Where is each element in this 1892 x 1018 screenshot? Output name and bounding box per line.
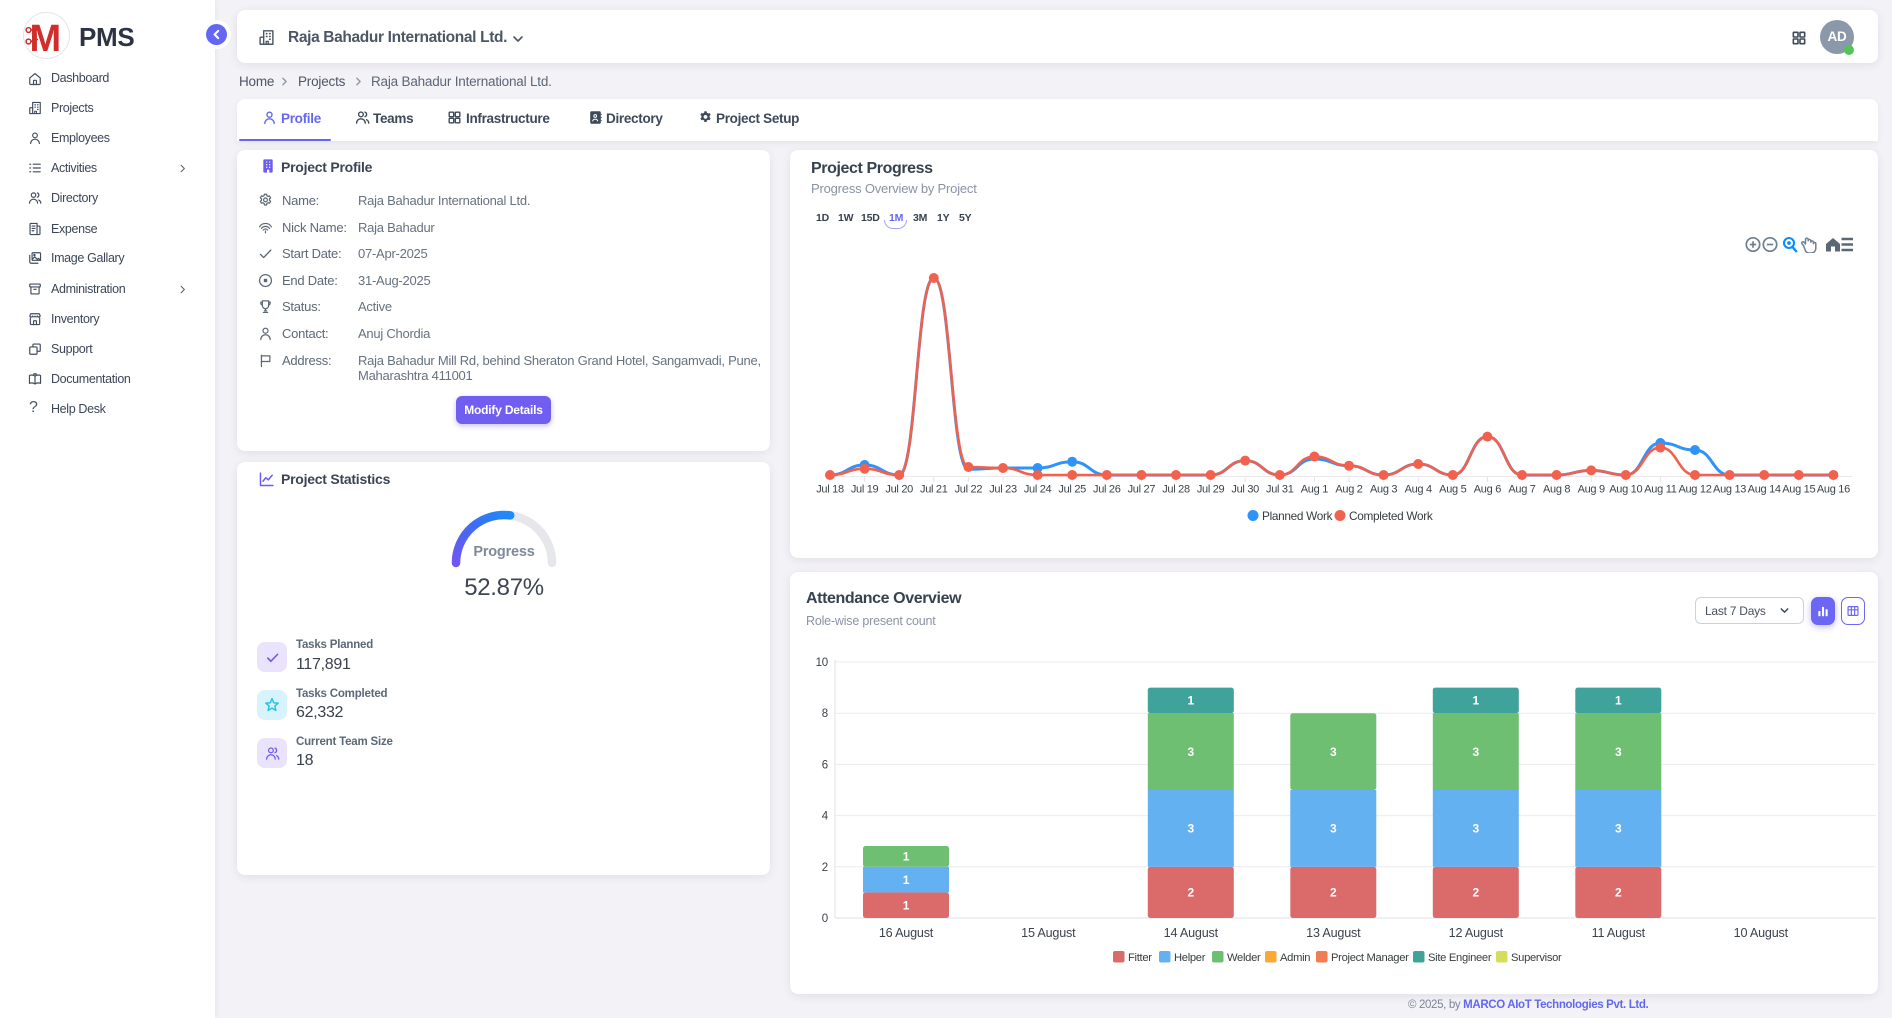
svg-text:1: 1 xyxy=(903,850,910,864)
svg-text:Aug 15: Aug 15 xyxy=(1782,484,1815,496)
svg-text:Jul 27: Jul 27 xyxy=(1128,484,1156,496)
svg-text:Jul 26: Jul 26 xyxy=(1093,484,1121,496)
svg-text:Completed Work: Completed Work xyxy=(1349,509,1433,523)
svg-text:8: 8 xyxy=(822,708,828,720)
svg-text:Jul 23: Jul 23 xyxy=(989,484,1017,496)
svg-text:Admin: Admin xyxy=(1280,952,1310,964)
svg-text:Helper: Helper xyxy=(1174,952,1206,964)
svg-text:Supervisor: Supervisor xyxy=(1511,952,1562,964)
svg-text:M: M xyxy=(30,18,60,59)
svg-text:Jul 30: Jul 30 xyxy=(1231,484,1259,496)
svg-text:Jul 20: Jul 20 xyxy=(885,484,913,496)
svg-text:Aug 4: Aug 4 xyxy=(1405,484,1432,496)
svg-text:2: 2 xyxy=(1188,886,1195,900)
svg-text:10 August: 10 August xyxy=(1734,926,1789,940)
svg-text:Jul 18: Jul 18 xyxy=(816,484,844,496)
svg-text:14 August: 14 August xyxy=(1164,926,1219,940)
svg-text:Jul 25: Jul 25 xyxy=(1058,484,1086,496)
svg-text:2: 2 xyxy=(822,862,828,874)
svg-text:2: 2 xyxy=(1473,886,1480,900)
svg-text:Aug 11: Aug 11 xyxy=(1644,484,1676,496)
svg-text:Jul 31: Jul 31 xyxy=(1266,484,1294,496)
svg-text:6: 6 xyxy=(822,759,828,771)
svg-text:10: 10 xyxy=(816,657,828,669)
svg-text:Welder: Welder xyxy=(1227,952,1261,964)
svg-text:3: 3 xyxy=(1615,822,1622,836)
svg-text:Aug 6: Aug 6 xyxy=(1474,484,1501,496)
svg-text:Jul 28: Jul 28 xyxy=(1162,484,1190,496)
svg-text:Aug 16: Aug 16 xyxy=(1817,484,1850,496)
svg-text:3: 3 xyxy=(1330,822,1337,836)
svg-text:Project Manager: Project Manager xyxy=(1331,952,1409,964)
svg-text:Aug 5: Aug 5 xyxy=(1439,484,1466,496)
svg-text:4: 4 xyxy=(822,811,829,823)
svg-text:Planned Work: Planned Work xyxy=(1262,509,1333,523)
svg-text:0: 0 xyxy=(822,913,828,925)
svg-text:2: 2 xyxy=(1330,886,1337,900)
svg-text:Aug 13: Aug 13 xyxy=(1713,484,1746,496)
svg-text:3: 3 xyxy=(1473,822,1480,836)
svg-text:1: 1 xyxy=(1473,694,1480,708)
svg-text:3: 3 xyxy=(1188,745,1195,759)
svg-text:Jul 21: Jul 21 xyxy=(920,484,948,496)
svg-text:Aug 7: Aug 7 xyxy=(1508,484,1535,496)
svg-text:11 August: 11 August xyxy=(1592,926,1646,940)
svg-text:Aug 10: Aug 10 xyxy=(1609,484,1642,496)
svg-text:Site Engineer: Site Engineer xyxy=(1428,952,1492,964)
svg-text:16 August: 16 August xyxy=(879,926,934,940)
svg-text:Aug 9: Aug 9 xyxy=(1578,484,1605,496)
svg-text:Jul 24: Jul 24 xyxy=(1024,484,1052,496)
svg-text:12 August: 12 August xyxy=(1449,926,1504,940)
svg-text:Aug 1: Aug 1 xyxy=(1301,484,1328,496)
svg-text:Aug 14: Aug 14 xyxy=(1748,484,1781,496)
svg-text:1: 1 xyxy=(1188,694,1195,708)
svg-text:3: 3 xyxy=(1615,745,1622,759)
svg-text:Aug 3: Aug 3 xyxy=(1370,484,1397,496)
svg-text:1: 1 xyxy=(1615,694,1622,708)
svg-text:13 August: 13 August xyxy=(1306,926,1361,940)
svg-text:1: 1 xyxy=(903,898,910,912)
svg-text:Fitter: Fitter xyxy=(1128,952,1152,964)
svg-text:15 August: 15 August xyxy=(1021,926,1076,940)
svg-text:3: 3 xyxy=(1330,745,1337,759)
svg-text:Jul 29: Jul 29 xyxy=(1197,484,1225,496)
svg-text:Jul 19: Jul 19 xyxy=(851,484,879,496)
svg-text:3: 3 xyxy=(1473,745,1480,759)
svg-text:2: 2 xyxy=(1615,886,1622,900)
svg-text:Aug 12: Aug 12 xyxy=(1678,484,1711,496)
svg-text:3: 3 xyxy=(1188,822,1195,836)
svg-text:Aug 8: Aug 8 xyxy=(1543,484,1570,496)
svg-text:1: 1 xyxy=(903,873,910,887)
svg-text:Jul 22: Jul 22 xyxy=(955,484,983,496)
svg-text:Aug 2: Aug 2 xyxy=(1335,484,1362,496)
